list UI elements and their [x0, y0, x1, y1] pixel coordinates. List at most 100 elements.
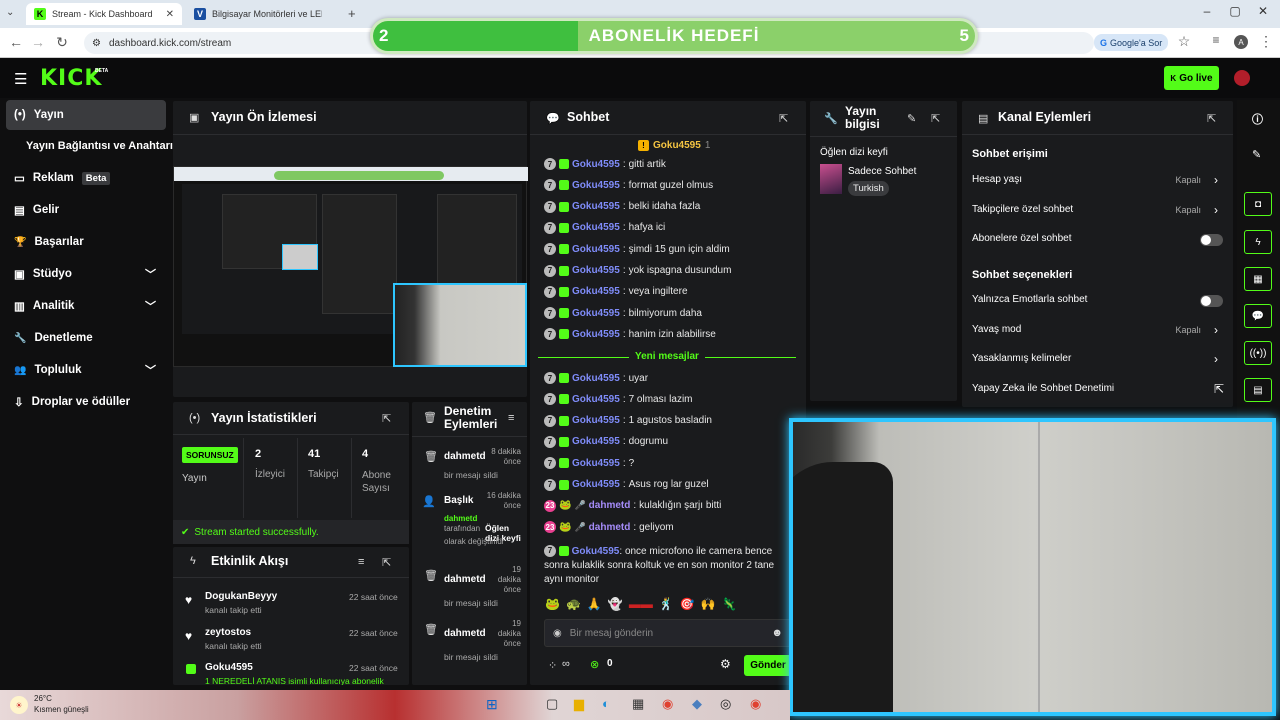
mod-action-user[interactable]: dahmetd [444, 628, 486, 639]
emote-icon[interactable]: 🕺 [659, 597, 674, 611]
rail-button-broadcast[interactable]: ((•)) [1244, 341, 1272, 365]
channel-setting-row[interactable]: Yasaklanmış kelimeler › [962, 349, 1233, 373]
chat-username[interactable]: Goku4595 [572, 329, 620, 340]
new-tab-icon[interactable]: + [348, 6, 356, 21]
reading-list-icon[interactable]: ≡ [1206, 33, 1226, 47]
sidebar-item-studyo[interactable]: ▣ Stüdyo ﹀ [6, 260, 166, 288]
emote-icon[interactable]: ▬▬ [629, 597, 653, 611]
rail-button-screen[interactable]: ◘ [1244, 192, 1272, 216]
pencil-icon[interactable]: ✎ [1252, 148, 1261, 161]
user-avatar[interactable] [1234, 70, 1250, 86]
weather-icon[interactable]: ☀ [10, 696, 28, 714]
rail-button-actions[interactable]: ▤ [1244, 378, 1272, 402]
chat-username[interactable]: Goku4595 [572, 436, 620, 447]
channel-setting-row[interactable]: Yalnızca Emotlarla sohbet [962, 290, 1233, 314]
kick-logo[interactable]: KICK [40, 66, 102, 91]
stream-preview-video[interactable] [173, 166, 528, 367]
sidebar-item-stream-key[interactable]: Yayın Bağlantısı ve Anahtarı [6, 132, 174, 160]
chat-username[interactable]: Goku4595 [572, 265, 620, 276]
setting-toggle[interactable] [1200, 295, 1223, 307]
category-thumbnail[interactable] [820, 164, 842, 194]
mod-action-user[interactable]: dahmetd [444, 451, 486, 462]
emote-icon[interactable]: 🐢 [566, 597, 581, 611]
chat-username[interactable]: Goku4595 [572, 159, 620, 170]
channel-setting-row[interactable]: Yapay Zeka ile Sohbet Denetimi ⇱ [962, 379, 1233, 403]
rail-button-lightning[interactable]: ϟ [1244, 230, 1272, 254]
bookmark-star-icon[interactable]: ☆ [1174, 33, 1194, 50]
emote-icon[interactable]: 🙌 [701, 597, 716, 611]
pinned-gifter[interactable]: ! Goku4595 1 [638, 140, 710, 151]
close-tab-icon[interactable]: ✕ [166, 9, 174, 20]
channel-setting-row[interactable]: Takipçilere özel sohbet Kapalı › [962, 200, 1233, 224]
info-icon[interactable]: ⓘ [1252, 111, 1263, 127]
close-window-icon[interactable]: ✕ [1248, 4, 1278, 18]
chat-username[interactable]: Goku4595 [572, 479, 620, 490]
chat-username[interactable]: dahmetd [589, 522, 631, 533]
hamburger-menu-icon[interactable]: ☰ [14, 70, 27, 88]
chat-username[interactable]: Goku4595 [572, 373, 620, 384]
category-name[interactable]: Sadece Sohbet [848, 166, 916, 177]
tab-list-icon[interactable]: ⌄ [6, 7, 14, 18]
chat-username[interactable]: Goku4595 [572, 222, 620, 233]
chat-username[interactable]: Goku4595 [572, 458, 620, 469]
rail-button-chat[interactable]: 💬 [1244, 304, 1272, 328]
language-tag[interactable]: Turkish [848, 181, 889, 196]
popout-icon[interactable]: ⇱ [779, 112, 788, 125]
emote-icon[interactable]: 🐸 [545, 597, 560, 611]
edge-icon[interactable]: ◐ [602, 696, 610, 711]
mod-action-actor[interactable]: dahmetd [444, 514, 477, 523]
site-info-icon[interactable]: ⚙ [92, 38, 101, 49]
menu-dots-icon[interactable]: ⋮ [1256, 33, 1276, 50]
filter-icon[interactable]: ≡ [508, 412, 514, 424]
store-icon[interactable]: ▦ [632, 696, 644, 712]
setting-toggle[interactable] [1200, 234, 1223, 246]
windows-start-icon[interactable]: ⊞ [486, 696, 498, 713]
chrome-icon[interactable]: ◉ [750, 696, 761, 712]
popout-icon[interactable]: ⇱ [931, 112, 940, 125]
chat-username[interactable]: dahmetd [589, 500, 631, 511]
file-explorer-icon[interactable]: ▆ [574, 696, 584, 712]
task-view-icon[interactable]: ▢ [546, 696, 558, 712]
minimize-icon[interactable]: – [1192, 4, 1222, 18]
profile-avatar[interactable]: A [1234, 35, 1248, 49]
chat-username[interactable]: Goku4595 [572, 394, 620, 405]
pencil-icon[interactable]: ✎ [907, 112, 916, 125]
go-live-button[interactable]: K Go live [1164, 66, 1219, 90]
tab-monitors[interactable]: V Bilgisayar Monitörleri ve LED-IP [186, 3, 342, 25]
chat-username[interactable]: Goku4595 [572, 546, 620, 557]
gear-icon[interactable]: ⚙ [720, 657, 731, 671]
activity-user[interactable]: Goku4595 [205, 662, 253, 673]
emote-icon[interactable]: 🙏 [587, 597, 602, 611]
obs-icon[interactable]: ◎ [720, 696, 731, 712]
forward-icon[interactable]: → [28, 34, 48, 50]
sidebar-item-reklam[interactable]: ▭ Reklam Beta [6, 164, 166, 192]
channel-setting-row[interactable]: Hesap yaşı Kapalı › [962, 170, 1233, 194]
chat-username[interactable]: Goku4595 [572, 308, 620, 319]
sidebar-item-topluluk[interactable]: 👥 Topluluk ﹀ [6, 356, 166, 384]
tab-kick-dashboard[interactable]: K Stream - Kick Dashboard ✕ [26, 3, 182, 25]
popout-icon[interactable]: ⇱ [1207, 112, 1216, 125]
chat-username[interactable]: Goku4595 [572, 244, 620, 255]
sidebar-item-denetleme[interactable]: 🔧 Denetleme [6, 324, 166, 352]
sidebar-item-gelir[interactable]: ▤ Gelir [6, 196, 166, 224]
popout-icon[interactable]: ⇱ [382, 412, 391, 425]
activity-user[interactable]: zeytostos [205, 627, 251, 638]
mod-action-user[interactable]: dahmetd [444, 574, 486, 585]
sidebar-item-droplar[interactable]: ⇩ Droplar ve ödüller [6, 388, 166, 416]
maximize-icon[interactable]: ▢ [1220, 4, 1250, 18]
chat-username[interactable]: Goku4595 [572, 201, 620, 212]
sidebar-item-yayin[interactable]: (•) Yayın [6, 100, 166, 130]
sidebar-item-analitik[interactable]: ▥ Analitik ﹀ [6, 292, 166, 320]
points-icon[interactable]: ⁘ [548, 659, 557, 672]
chrome-icon[interactable]: ◉ [662, 696, 673, 712]
back-icon[interactable]: ← [6, 34, 26, 50]
google-ask-button[interactable]: G Google'a Sor [1094, 34, 1169, 51]
send-button[interactable]: Gönder [744, 655, 792, 676]
filter-icon[interactable]: ≡ [358, 556, 364, 568]
chat-username[interactable]: Goku4595 [572, 286, 620, 297]
activity-user[interactable]: DogukanBeyyy [205, 591, 277, 602]
popout-icon[interactable]: ⇱ [382, 556, 391, 569]
reload-icon[interactable]: ↻ [52, 34, 72, 51]
channel-setting-row[interactable]: Yavaş mod Kapalı › [962, 320, 1233, 344]
emote-icon[interactable]: 🦎 [722, 597, 737, 611]
